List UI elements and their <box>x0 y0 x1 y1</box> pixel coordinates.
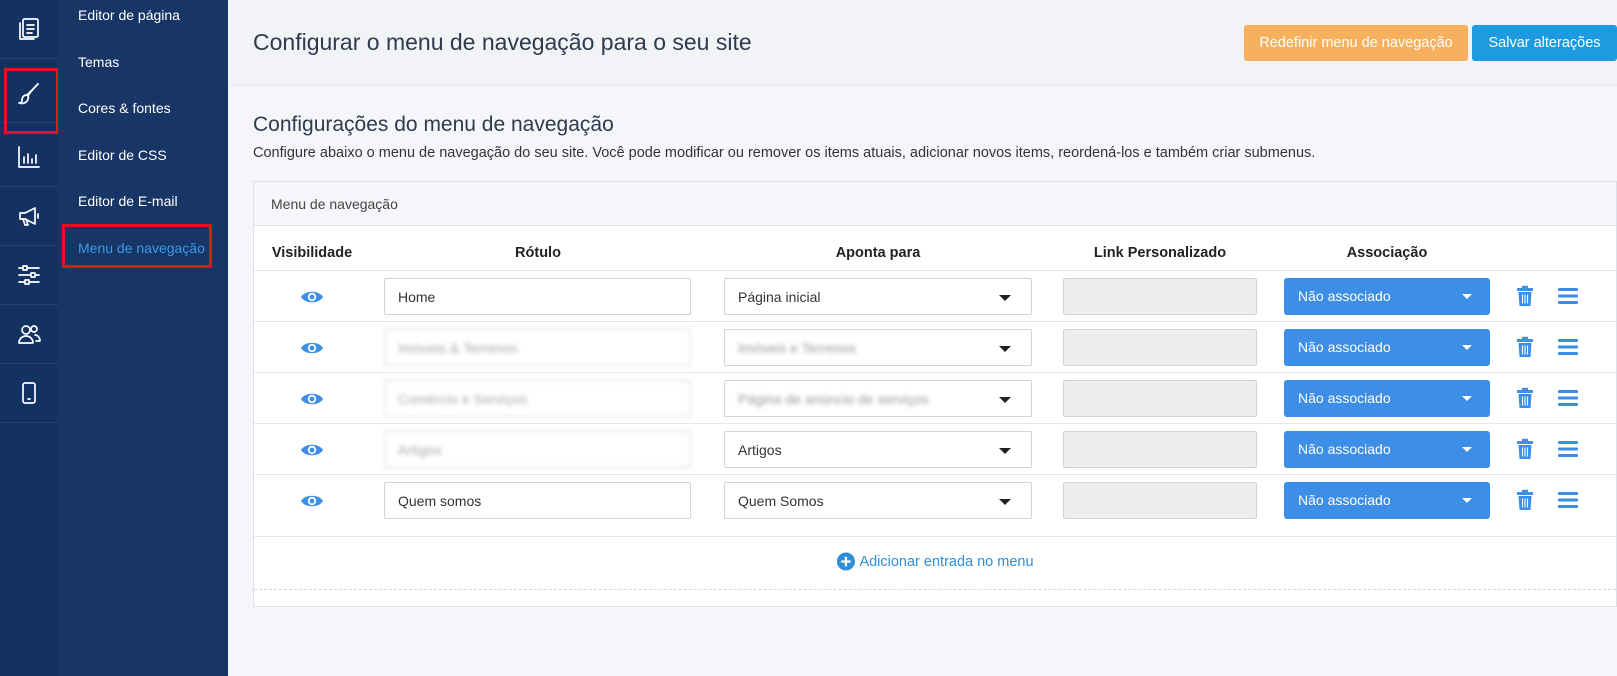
sidebar-item-email-editor[interactable]: Editor de E-mail <box>78 193 178 209</box>
analytics-icon[interactable] <box>0 128 58 187</box>
drag-handle-icon[interactable] <box>1556 490 1580 510</box>
points-to-select[interactable]: Quem Somos <box>724 482 1032 519</box>
plus-circle-icon <box>836 552 855 571</box>
association-value: Não associado <box>1298 288 1391 304</box>
points-to-select[interactable]: Artigos <box>724 431 1032 468</box>
eye-icon[interactable] <box>300 491 324 511</box>
column-header-visibility: Visibilidade <box>271 245 353 261</box>
pages-icon[interactable] <box>0 0 58 59</box>
add-entry-label: Adicionar entrada no menu <box>859 553 1034 570</box>
custom-link-input <box>1063 431 1257 468</box>
points-to-value: Artigos <box>738 442 782 458</box>
label-input[interactable] <box>384 482 691 519</box>
sidebar: Editor de página Temas Cores & fontes Ed… <box>58 0 228 676</box>
custom-link-input <box>1063 278 1257 315</box>
mobile-icon[interactable] <box>0 364 58 423</box>
custom-link-input <box>1063 380 1257 417</box>
add-entry-button[interactable]: Adicionar entrada no menu <box>836 552 1034 571</box>
association-value: Não associado <box>1298 390 1391 406</box>
section-title: Configurações do menu de navegação <box>253 113 614 136</box>
caret-down-icon <box>999 397 1011 403</box>
eye-icon[interactable] <box>300 287 324 307</box>
association-select[interactable]: Não associado <box>1284 278 1490 315</box>
drag-handle-icon[interactable] <box>1556 388 1580 408</box>
drag-handle-icon[interactable] <box>1556 337 1580 357</box>
sidebar-item-colors-fonts[interactable]: Cores & fontes <box>78 100 171 116</box>
custom-link-input <box>1063 482 1257 519</box>
drag-handle-icon[interactable] <box>1556 286 1580 306</box>
association-value: Não associado <box>1298 492 1391 508</box>
sidebar-item-page-editor[interactable]: Editor de página <box>78 7 180 23</box>
label-input[interactable] <box>384 329 691 366</box>
column-header-association: Associação <box>1346 245 1428 261</box>
users-icon[interactable] <box>0 305 58 364</box>
caret-down-icon <box>999 346 1011 352</box>
association-value: Não associado <box>1298 441 1391 457</box>
caret-down-icon <box>999 499 1011 505</box>
points-to-value: Página inicial <box>738 289 821 305</box>
points-to-value: Quem Somos <box>738 493 824 509</box>
save-button[interactable]: Salvar alterações <box>1472 25 1617 61</box>
sidebar-item-themes[interactable]: Temas <box>78 54 119 70</box>
caret-down-icon <box>1462 498 1472 503</box>
points-to-select[interactable]: Imóveis e Terrenos <box>724 329 1032 366</box>
page-title: Configurar o menu de navegação para o se… <box>253 29 752 55</box>
points-to-value: Página de anúncio de serviços <box>738 391 929 407</box>
trash-icon[interactable] <box>1515 387 1535 409</box>
column-header-points-to: Aponta para <box>835 245 921 261</box>
caret-down-icon <box>1462 345 1472 350</box>
brush-icon[interactable] <box>0 64 59 134</box>
section-description: Configure abaixo o menu de navegação do … <box>253 145 1316 161</box>
add-entry-area: Adicionar entrada no menu <box>254 536 1616 590</box>
points-to-select[interactable]: Página de anúncio de serviços <box>724 380 1032 417</box>
points-to-value: Imóveis e Terrenos <box>738 340 857 356</box>
caret-down-icon <box>999 295 1011 301</box>
page-header: Configurar o menu de navegação para o se… <box>228 0 1617 86</box>
table-row: Página de anúncio de serviços Não associ… <box>254 372 1616 424</box>
icon-rail <box>0 0 59 676</box>
points-to-select[interactable]: Página inicial <box>724 278 1032 315</box>
label-input[interactable] <box>384 380 691 417</box>
reset-menu-button[interactable]: Redefinir menu de navegação <box>1244 25 1468 61</box>
table-row: Página inicial Não associado <box>254 270 1616 322</box>
column-header-custom-link: Link Personalizado <box>1093 245 1227 261</box>
caret-down-icon <box>1462 447 1472 452</box>
column-header-label: Rótulo <box>515 245 561 261</box>
active-item-highlight <box>62 224 212 268</box>
table-row: Quem Somos Não associado <box>254 474 1616 526</box>
label-input[interactable] <box>384 431 691 468</box>
caret-down-icon <box>1462 294 1472 299</box>
trash-icon[interactable] <box>1515 336 1535 358</box>
caret-down-icon <box>999 448 1011 454</box>
association-select[interactable]: Não associado <box>1284 431 1490 468</box>
eye-icon[interactable] <box>300 338 324 358</box>
trash-icon[interactable] <box>1515 438 1535 460</box>
panel-title: Menu de navegação <box>271 196 398 212</box>
trash-icon[interactable] <box>1515 285 1535 307</box>
panel-header: Menu de navegação <box>254 182 1616 226</box>
association-value: Não associado <box>1298 339 1391 355</box>
sidebar-item-css-editor[interactable]: Editor de CSS <box>78 147 167 163</box>
association-select[interactable]: Não associado <box>1284 380 1490 417</box>
eye-icon[interactable] <box>300 389 324 409</box>
megaphone-icon[interactable] <box>0 187 58 246</box>
drag-handle-icon[interactable] <box>1556 439 1580 459</box>
trash-icon[interactable] <box>1515 489 1535 511</box>
table-row: Imóveis e Terrenos Não associado <box>254 321 1616 373</box>
caret-down-icon <box>1462 396 1472 401</box>
eye-icon[interactable] <box>300 440 324 460</box>
association-select[interactable]: Não associado <box>1284 329 1490 366</box>
association-select[interactable]: Não associado <box>1284 482 1490 519</box>
label-input[interactable] <box>384 278 691 315</box>
sliders-icon[interactable] <box>0 246 58 305</box>
custom-link-input <box>1063 329 1257 366</box>
table-row: Artigos Não associado <box>254 423 1616 475</box>
navigation-menu-panel: Menu de navegação Visibilidade Rótulo Ap… <box>253 181 1617 607</box>
